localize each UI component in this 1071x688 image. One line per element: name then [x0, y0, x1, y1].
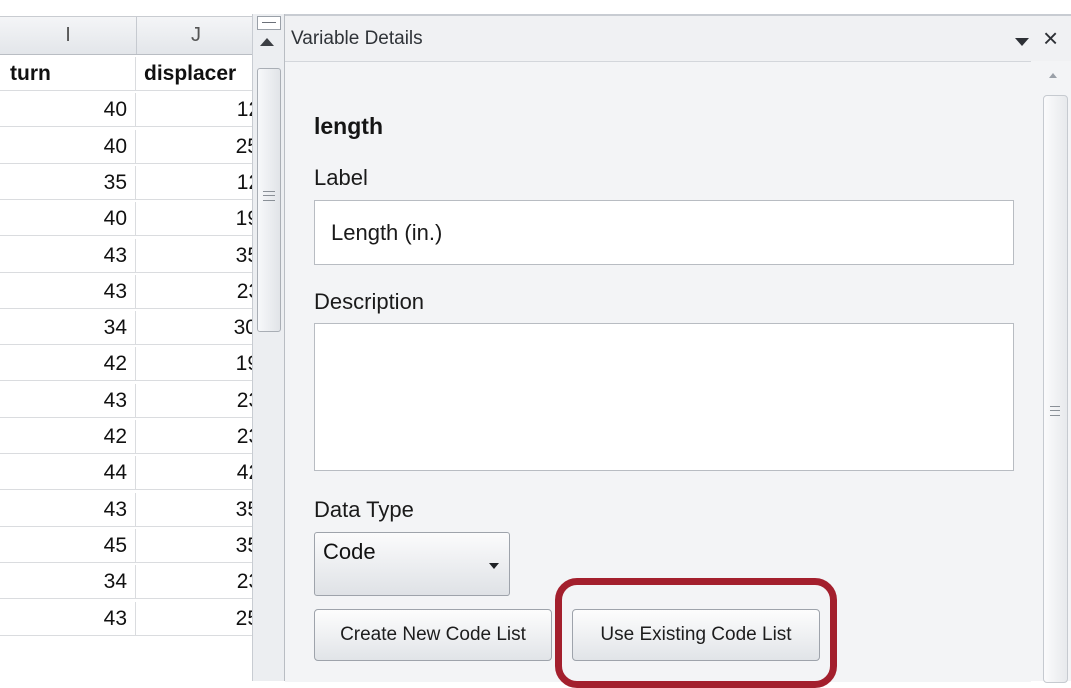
cell-column-j[interactable]: 12:	[136, 93, 252, 126]
panel-content: length Label Length (in.) Description Da…	[285, 61, 1031, 688]
table-row: 4219(	[0, 347, 252, 381]
data-type-dropdown[interactable]: Code	[314, 532, 510, 596]
panel-menu-arrow-icon[interactable]	[1015, 38, 1029, 46]
grip-icon	[1050, 406, 1060, 416]
panel-scrollbar[interactable]	[1031, 61, 1071, 683]
cell-column-i[interactable]: 40	[0, 202, 136, 235]
cell-column-j[interactable]: 30⁴	[136, 311, 252, 344]
table-row: 4019(	[0, 202, 252, 236]
cell-column-i[interactable]: 35	[0, 166, 136, 199]
panel-title: Variable Details	[291, 28, 423, 49]
table-row: 4223:	[0, 420, 252, 454]
label-caption: Label	[314, 165, 368, 190]
table-row: 3423:	[0, 565, 252, 599]
table-row: 4325(	[0, 602, 252, 636]
dropdown-arrow-icon	[489, 563, 499, 569]
cell-column-j[interactable]: displacer	[136, 57, 252, 90]
table-row: 4335(	[0, 239, 252, 273]
table-row: 3512:	[0, 166, 252, 200]
cell-column-j[interactable]: 35(	[136, 493, 252, 526]
spreadsheet-grid: I J turndisplacer4012:4025{3512:4019(433…	[0, 0, 252, 681]
cell-column-i[interactable]: 43	[0, 239, 136, 272]
cell-column-j[interactable]: 35(	[136, 529, 252, 562]
description-caption: Description	[314, 289, 425, 314]
column-header-j[interactable]: J	[136, 17, 252, 54]
spreadsheet-scrollbar[interactable]	[252, 14, 286, 681]
cell-column-i[interactable]: 42	[0, 420, 136, 453]
table-row: 4335(	[0, 493, 252, 527]
table-row: 4442!	[0, 456, 252, 490]
scroll-thumb[interactable]	[257, 68, 281, 332]
cell-column-i[interactable]: 43	[0, 602, 136, 635]
table-row: 4323:	[0, 384, 252, 418]
cell-column-j[interactable]: 23:	[136, 384, 252, 417]
cell-column-i[interactable]: turn	[0, 57, 136, 90]
cell-column-i[interactable]: 40	[0, 93, 136, 126]
cell-column-j[interactable]: 19(	[136, 202, 252, 235]
cell-column-i[interactable]: 40	[0, 130, 136, 163]
cell-column-j[interactable]: 12:	[136, 166, 252, 199]
header-row: turn displacer	[0, 57, 252, 91]
column-header-i[interactable]: I	[0, 17, 137, 54]
cell-column-j[interactable]: 23:	[136, 420, 252, 453]
data-type-caption: Data Type	[314, 497, 414, 522]
cell-column-i[interactable]: 44	[0, 456, 136, 489]
column-header-bar: I J	[0, 16, 252, 55]
data-type-value: Code	[323, 539, 376, 564]
table-row: 3430⁴	[0, 311, 252, 345]
table-row: 4535(	[0, 529, 252, 563]
panel-scroll-thumb[interactable]	[1043, 95, 1068, 683]
table-row: 4025{	[0, 130, 252, 164]
table-row: 4323:	[0, 275, 252, 309]
table-row: 4012:	[0, 93, 252, 127]
cell-column-j[interactable]: 23:	[136, 275, 252, 308]
scroll-up-arrow-icon[interactable]	[260, 38, 274, 46]
cell-column-j[interactable]: 35(	[136, 239, 252, 272]
cell-column-i[interactable]: 43	[0, 384, 136, 417]
cell-column-i[interactable]: 43	[0, 493, 136, 526]
scroll-up-arrow-icon[interactable]	[1049, 73, 1057, 78]
cell-column-j[interactable]: 25(	[136, 602, 252, 635]
cell-column-j[interactable]: 19(	[136, 347, 252, 380]
cell-column-i[interactable]: 42	[0, 347, 136, 380]
label-input[interactable]: Length (in.)	[314, 200, 1014, 265]
cell-column-j[interactable]: 25{	[136, 130, 252, 163]
cell-column-j[interactable]: 42!	[136, 456, 252, 489]
highlight-annotation	[555, 578, 837, 688]
create-new-code-list-button[interactable]: Create New Code List	[314, 609, 552, 661]
cell-column-i[interactable]: 45	[0, 529, 136, 562]
variable-name: length	[314, 113, 383, 139]
close-icon[interactable]: ×	[1043, 25, 1058, 51]
cell-column-i[interactable]: 43	[0, 275, 136, 308]
description-textarea[interactable]	[314, 323, 1014, 471]
cell-column-j[interactable]: 23:	[136, 565, 252, 598]
grip-icon	[263, 191, 275, 201]
split-box-handle[interactable]	[257, 16, 281, 30]
variable-details-panel: Variable Details × length Label Length (…	[284, 14, 1071, 688]
cell-column-i[interactable]: 34	[0, 565, 136, 598]
cell-column-i[interactable]: 34	[0, 311, 136, 344]
